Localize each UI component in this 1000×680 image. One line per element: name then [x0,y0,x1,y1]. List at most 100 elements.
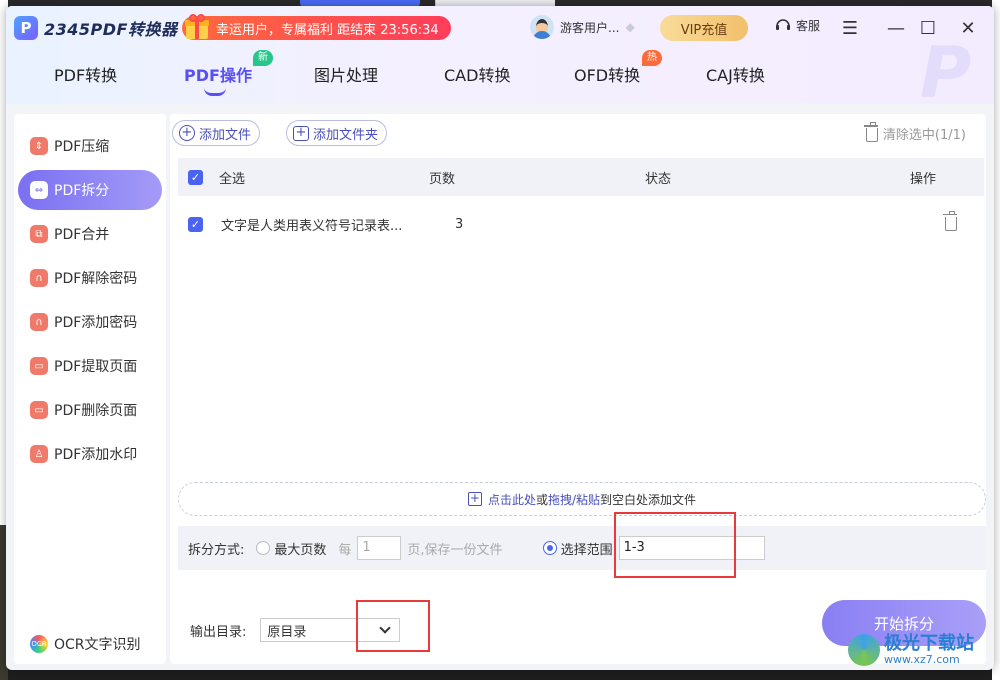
avatar [530,15,554,39]
pages-per-file-input[interactable]: 1 [357,536,402,560]
drop-click-link[interactable]: 点击此处 [488,493,536,507]
minimize-icon: — [887,17,905,39]
max-pages-label: 最大页数 [274,542,327,558]
sidebar-item-add-password[interactable]: ∩ PDF添加密码 [18,302,162,342]
sidebar-item-label: PDF合并 [54,227,110,243]
gift-icon [185,14,209,39]
split-mode-label: 拆分方式: [188,542,245,558]
sidebar-item-unlock[interactable]: ∩ PDF解除密码 [18,258,162,298]
tab-pdf-operation[interactable]: PDF操作 [184,62,252,86]
delete-page-icon: ▭ [30,401,48,419]
drop-zone[interactable]: + 点击此处或拖拽/粘贴到空白处添加文件 [178,482,986,516]
sidebar-item-label: PDF压缩 [54,139,110,155]
sidebar-item-label: PDF提取页面 [54,359,138,375]
add-file-button[interactable]: + 添加文件 [172,120,261,146]
menu-button[interactable]: ☰ [836,14,864,42]
split-icon: ⇔ [30,181,48,199]
sidebar-item-extract[interactable]: ▭ PDF提取页面 [18,346,162,386]
user-name: 游客用户... [560,20,620,35]
watermark-icon: ♙ [30,445,48,463]
sidebar-item-label: OCR文字识别 [54,637,141,653]
logo-icon: P [14,16,38,40]
select-all-checkbox[interactable]: ✓ [188,169,203,185]
table-row[interactable]: ✓ 文字是人类用表义符号记录表... 3 [178,206,984,242]
file-pages: 3 [455,216,464,232]
header-decoration: P [920,32,972,114]
sidebar-item-delete-page[interactable]: ▭ PDF删除页面 [18,390,162,430]
sidebar-item-watermark[interactable]: ♙ PDF添加水印 [18,434,162,474]
add-folder-button[interactable]: + 添加文件夹 [286,120,388,146]
clear-selected-label: 清除选中(1/1) [882,128,966,143]
sidebar-item-label: PDF删除页面 [54,403,138,419]
minimize-button[interactable]: — [882,14,910,42]
header-select-all: 全选 [219,171,246,187]
sidebar: ⇕ PDF压缩 ⇔ PDF拆分 ⧉ PDF合并 ∩ PDF解除密码 ∩ PDF添… [14,114,166,664]
drop-or-text: 或 [535,492,548,507]
vip-button[interactable]: VIP充值 [660,15,748,41]
compress-icon: ⇕ [30,137,48,155]
sidebar-item-label: PDF添加水印 [54,447,138,463]
service-button[interactable]: 客服 [774,16,820,34]
sidebar-item-compress[interactable]: ⇕ PDF压缩 [18,126,162,166]
sidebar-item-label: PDF拆分 [54,183,110,199]
range-label: 选择范围 [560,542,613,558]
highlight-box-output [356,600,430,652]
promo-banner[interactable]: 幸运用户，专属福利 距结束 23:56:34 [182,14,451,40]
row-checkbox[interactable]: ✓ [188,216,203,232]
file-name: 文字是人类用表义符号记录表... [221,218,403,234]
plus-circle-icon: + [179,125,195,141]
split-options: 拆分方式: 最大页数 每 1 页,保存一份文件 选择范围 1-3 [178,526,986,570]
header-pages: 页数 [429,171,456,187]
pages-suffix: 页,保存一份文件 [407,542,503,558]
add-folder-label: 添加文件夹 [313,127,379,143]
menu-icon: ☰ [841,17,859,39]
tab-pdf-convert[interactable]: PDF转换 [54,62,117,86]
clear-selected-button[interactable]: 清除选中(1/1) [863,122,966,143]
main-panel: + 添加文件 + 添加文件夹 清除选中(1/1) ✓ 全选 页数 状态 操作 ✓… [170,114,986,664]
ocr-icon: OCR [30,635,48,653]
row-delete-button[interactable] [943,210,957,235]
sidebar-item-ocr[interactable]: OCR OCR文字识别 [18,624,162,664]
header-status: 状态 [645,171,672,187]
site-watermark: 极光下载站 www.xz7.com [848,634,974,666]
add-file-label: 添加文件 [199,127,252,143]
tab-image[interactable]: 图片处理 [314,62,378,86]
output-value: 原目录 [267,624,307,640]
sidebar-item-merge[interactable]: ⧉ PDF合并 [18,214,162,254]
tab-ofd[interactable]: OFD转换 [574,62,640,86]
merge-icon: ⧉ [30,225,48,243]
lock-icon: ∩ [30,313,48,331]
drop-drag-text: 拖拽/粘贴 [547,492,601,507]
tab-caj[interactable]: CAJ转换 [706,62,765,86]
table-header: ✓ 全选 页数 状态 操作 [178,158,984,196]
watermark-title: 极光下载站 [884,633,974,654]
sidebar-item-split[interactable]: ⇔ PDF拆分 [18,170,162,210]
headset-icon [776,19,790,30]
app-title: 2345PDF转换器 [44,20,178,39]
tab-cad[interactable]: CAD转换 [444,62,510,86]
header-action: 操作 [910,171,937,187]
every-label: 每 [338,542,352,558]
user-account[interactable]: 游客用户... ◆ [530,15,639,39]
extract-icon: ▭ [30,357,48,375]
sidebar-item-label: PDF添加密码 [54,315,138,331]
promo-text: 幸运用户，专属福利 距结束 23:56:34 [216,22,439,38]
app-window: P 2345PDF转换器 幸运用户，专属福利 距结束 23:56:34 游客用户… [6,6,994,670]
hot-badge: 热 [642,50,662,66]
app-logo: P 2345PDF转换器 [14,16,177,40]
plus-square-icon: + [467,491,482,506]
main-tabs: PDF转换 PDF操作 新 图片处理 CAD转换 OFD转换 热 CAJ转换 [6,50,806,98]
range-radio[interactable] [542,541,557,555]
sidebar-item-label: PDF解除密码 [54,271,138,287]
unlock-icon: ∩ [30,269,48,287]
active-tab-indicator [204,88,226,96]
watermark-url: www.xz7.com [884,653,960,666]
drop-tail-text: 到空白处添加文件 [600,492,697,507]
service-label: 客服 [796,18,821,33]
diamond-icon: ◆ [625,20,635,34]
max-pages-radio[interactable] [256,541,271,555]
new-badge: 新 [253,50,273,66]
plus-square-icon: + [293,125,309,141]
output-label: 输出目录: [190,624,247,640]
watermark-logo-icon [848,634,880,666]
